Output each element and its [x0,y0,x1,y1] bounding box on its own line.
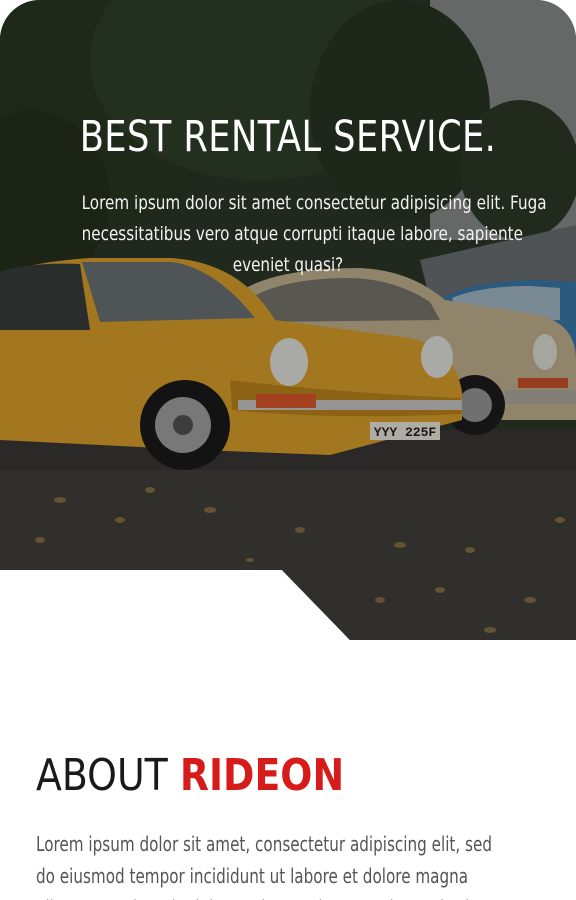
hero-description-line: eveniet quasi? [232,254,344,276]
hero-banner: YYY 225F BEST RENTAL SERVICE. Lorem ipsu… [0,0,576,640]
about-heading-accent: RIDEON [179,750,345,801]
about-description-line: aliqua. Ut enim ad minim veniam, quis no… [36,892,522,900]
hero-dark-overlay [0,0,576,640]
app-screen: YYY 225F BEST RENTAL SERVICE. Lorem ipsu… [0,0,576,900]
about-description: Lorem ipsum dolor sit amet, consectetur … [36,828,522,900]
hero-description: Lorem ipsum dolor sit amet consectetur a… [30,188,547,281]
about-description-line: Lorem ipsum dolor sit amet, consectetur … [36,832,492,856]
hero-description-line: Lorem ipsum dolor sit amet consectetur a… [81,192,547,214]
hero-title: BEST RENTAL SERVICE. [79,112,497,162]
hero-description-line: necessitatibus vero atque corrupti itaqu… [81,223,523,245]
about-heading: ABOUT RIDEON [36,750,344,801]
about-description-line: do eiusmod tempor incididunt ut labore e… [36,864,469,888]
about-heading-plain: ABOUT [36,750,168,801]
